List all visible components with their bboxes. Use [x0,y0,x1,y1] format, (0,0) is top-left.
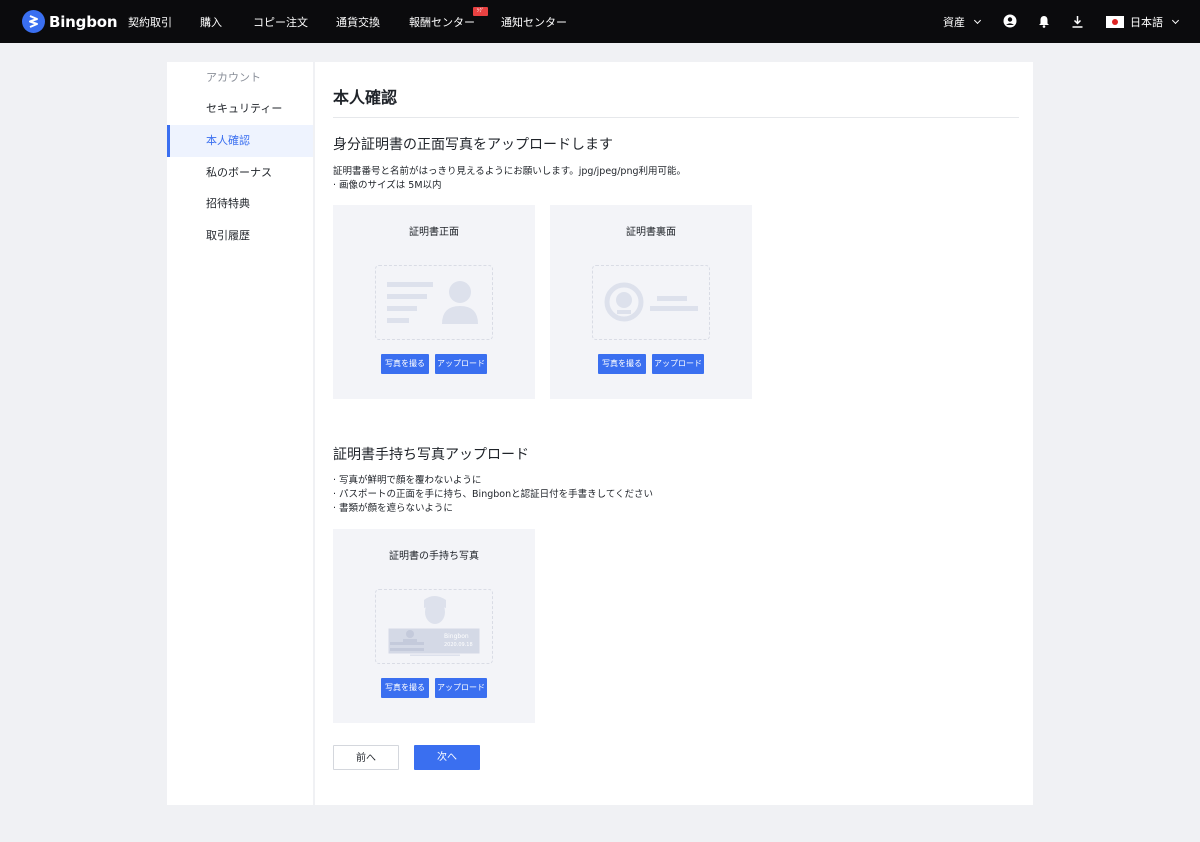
nav-copy-order[interactable]: コピー注文 [253,14,308,30]
card-title: 証明書正面 [409,227,459,238]
chevron-down-icon [973,16,982,24]
take-photo-button[interactable]: 写真を撮る [381,354,429,374]
sidebar-item-identity-verification[interactable]: 本人確認 [167,125,313,157]
section-desc-line: · 画像のサイズは 5M以内 [333,180,442,191]
brand-name: Bingbon [49,12,118,31]
upload-button[interactable]: アップロード [652,354,704,374]
id-back-illustration [592,265,710,340]
title-divider [333,117,1019,118]
language-selector[interactable]: 日本語 [1106,0,1180,43]
nav-reward-center[interactable]: 報酬センター [409,14,475,30]
assets-label: 資産 [943,15,965,29]
card-actions: 写真を撮る アップロード [381,678,487,698]
id-in-hand-illustration: Bingbon 2020.09.18 [375,589,493,664]
main-content: 本人確認 身分証明書の正面写真をアップロードします 証明書番号と名前がはっきり見… [315,62,1033,805]
nav-contract-trade[interactable]: 契約取引 [128,14,172,30]
illustration-bingbon-text: Bingbon [444,633,469,640]
top-nav-bar: Bingbon 契約取引 購入 コピー注文 通貨交換 報酬センター ﾂｸﾞ 通知… [0,0,1200,43]
account-sidebar: アカウント セキュリティー 本人確認 私のボーナス 招待特典 取引履歴 [167,62,313,805]
sidebar-item-trade-history[interactable]: 取引履歴 [167,220,313,252]
id-front-illustration [375,265,493,340]
nav-currency-exchange[interactable]: 通貨交換 [336,14,380,30]
take-photo-button[interactable]: 写真を撮る [598,354,646,374]
nav-notification-center[interactable]: 通知センター [501,14,567,30]
section-desc-line: 証明書番号と名前がはっきり見えるようにお願いします。jpg/jpeg/png利用… [333,166,686,177]
section-desc-line: · 書類が顔を遮らないように [333,503,453,514]
previous-button[interactable]: 前へ [333,745,399,770]
japan-flag-icon [1106,15,1124,28]
next-button[interactable]: 次へ [414,745,480,770]
section-title-id-front: 身分証明書の正面写真をアップロードします [333,137,613,153]
card-title: 証明書裏面 [626,227,676,238]
assets-dropdown[interactable]: 資産 [943,0,982,43]
take-photo-button[interactable]: 写真を撮る [381,678,429,698]
card-title: 証明書の手持ち写真 [389,551,479,562]
brand-logo[interactable]: Bingbon [22,10,118,33]
upload-button[interactable]: アップロード [435,354,487,374]
upload-card-id-front: 証明書正面 写真を撮る アップロード [333,205,535,399]
card-actions: 写真を撮る アップロード [381,354,487,374]
sidebar-header-account: アカウント [206,71,261,84]
sidebar-item-my-bonus[interactable]: 私のボーナス [167,157,313,189]
card-actions: 写真を撮る アップロード [598,354,704,374]
nav-buy[interactable]: 購入 [200,14,222,30]
bell-icon[interactable] [1036,13,1052,29]
hot-badge: ﾂｸﾞ [473,7,488,16]
upload-card-id-in-hand: 証明書の手持ち写真 Bingbon 2020.09.18 写真を撮る アップロー… [333,529,535,723]
illustration-date-text: 2020.09.18 [444,642,473,648]
section-title-id-in-hand: 証明書手持ち写真アップロード [333,447,529,463]
upload-button[interactable]: アップロード [435,678,487,698]
upload-card-id-back: 証明書裏面 写真を撮る アップロード [550,205,752,399]
section-desc-line: · 写真が鮮明で顔を覆わないように [333,475,482,486]
download-icon[interactable] [1069,13,1085,29]
sidebar-item-security[interactable]: セキュリティー [167,93,313,125]
bingbon-logo-icon [22,10,45,33]
page-title: 本人確認 [333,88,398,107]
section-desc-line: · パスポートの正面を手に持ち、Bingbonと認証日付を手書きしてください [333,489,654,500]
sidebar-item-invite-rewards[interactable]: 招待特典 [167,188,313,220]
language-label: 日本語 [1130,15,1163,29]
chevron-down-icon [1171,16,1180,24]
account-icon[interactable] [1002,13,1018,29]
